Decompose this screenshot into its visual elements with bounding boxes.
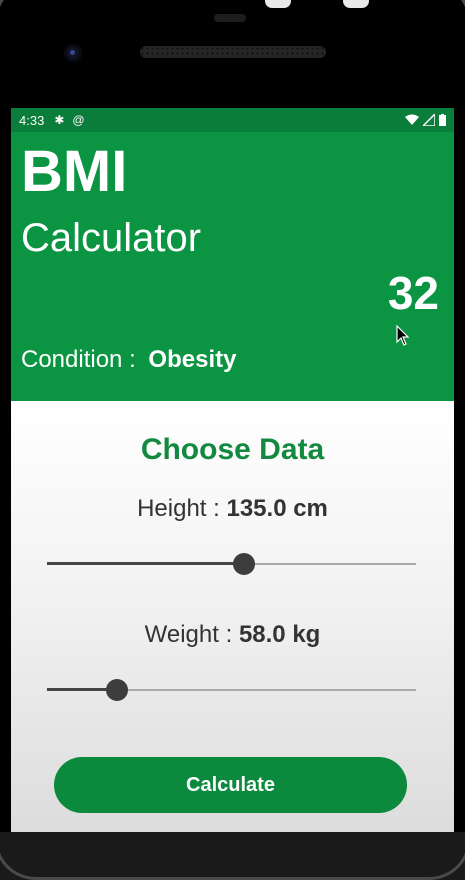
- slider-fill: [47, 562, 245, 565]
- slider-thumb[interactable]: [106, 679, 129, 701]
- gear-icon: ✱: [54, 113, 65, 127]
- result-header: BMI Calculator 32 Condition : Obesity: [11, 132, 454, 401]
- condition-line: Condition : Obesity: [21, 346, 236, 374]
- front-camera: [64, 44, 82, 62]
- mouse-cursor-icon: [396, 325, 410, 346]
- app-title: BMI: [21, 139, 128, 204]
- weight-line: Weight : 58.0 kg: [11, 621, 454, 649]
- app-subtitle: Calculator: [21, 216, 202, 260]
- weight-value: 58.0 kg: [238, 621, 321, 648]
- weight-label: Weight :: [144, 621, 233, 648]
- wifi-icon: [405, 114, 419, 125]
- app-screen: 4:33 ✱ @ BMI Calculator 32 Condition : O…: [11, 108, 454, 832]
- condition-label: Condition :: [21, 346, 136, 373]
- signal-icon: [423, 114, 435, 126]
- top-button: [343, 0, 369, 8]
- slider-thumb[interactable]: [233, 553, 256, 575]
- top-button: [265, 0, 291, 8]
- proximity-sensor: [214, 14, 246, 22]
- condition-value: Obesity: [148, 346, 237, 373]
- status-time: 4:33: [19, 112, 45, 128]
- at-sync-icon: @: [72, 113, 85, 127]
- height-value: 135.0 cm: [226, 495, 328, 522]
- height-line: Height : 135.0 cm: [11, 495, 454, 523]
- phone-bezel: 4:33 ✱ @ BMI Calculator 32 Condition : O…: [0, 0, 465, 880]
- input-panel: Choose Data Height : 135.0 cm Weight : 5…: [11, 401, 454, 832]
- height-slider[interactable]: [47, 552, 416, 576]
- battery-icon: [439, 114, 446, 126]
- section-title: Choose Data: [140, 433, 325, 466]
- earpiece-speaker: [140, 46, 326, 58]
- calculate-button[interactable]: Calculate: [54, 757, 407, 813]
- weight-slider[interactable]: [47, 678, 416, 702]
- status-bar: 4:33 ✱ @: [11, 108, 454, 132]
- bmi-result-value: 32: [387, 267, 439, 319]
- height-label: Height :: [137, 495, 220, 522]
